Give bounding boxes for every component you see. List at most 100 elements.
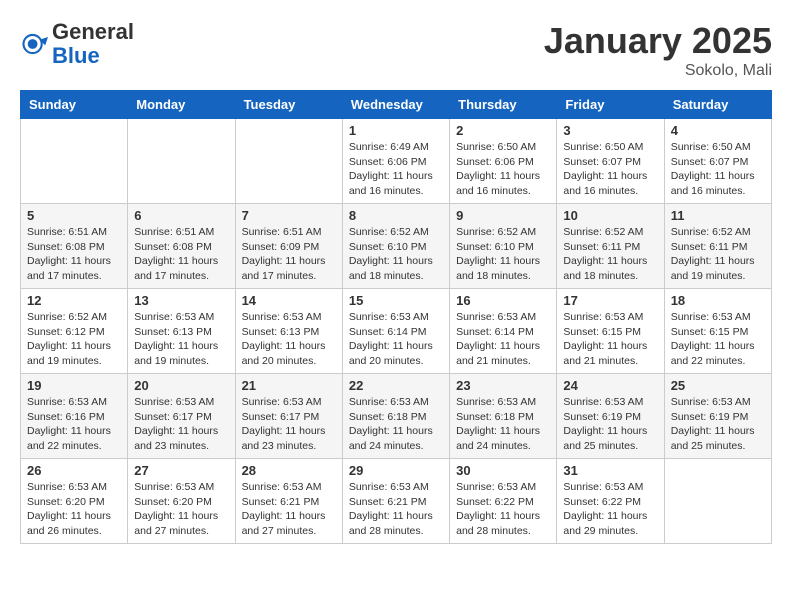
day-info: Sunrise: 6:50 AM Sunset: 6:07 PM Dayligh… [563, 140, 657, 199]
day-number: 29 [349, 463, 443, 478]
calendar-week: 19 Sunrise: 6:53 AM Sunset: 6:16 PM Dayli… [21, 374, 772, 459]
calendar-cell [235, 119, 342, 204]
calendar-cell [21, 119, 128, 204]
day-number: 3 [563, 123, 657, 138]
day-number: 19 [27, 378, 121, 393]
day-info: Sunrise: 6:53 AM Sunset: 6:13 PM Dayligh… [134, 310, 228, 369]
day-info: Sunrise: 6:49 AM Sunset: 6:06 PM Dayligh… [349, 140, 443, 199]
day-info: Sunrise: 6:53 AM Sunset: 6:15 PM Dayligh… [563, 310, 657, 369]
day-number: 11 [671, 208, 765, 223]
calendar-cell: 2 Sunrise: 6:50 AM Sunset: 6:06 PM Daylig… [450, 119, 557, 204]
calendar-cell: 14Sunrise: 6:53 AM Sunset: 6:13 PM Dayli… [235, 289, 342, 374]
calendar-cell: 6 Sunrise: 6:51 AM Sunset: 6:08 PM Daylig… [128, 204, 235, 289]
day-number: 23 [456, 378, 550, 393]
calendar-cell: 15 Sunrise: 6:53 AM Sunset: 6:14 PM Dayli… [342, 289, 449, 374]
calendar-cell: 25 Sunrise: 6:53 AM Sunset: 6:19 PM Dayli… [664, 374, 771, 459]
day-info: Sunrise: 6:53 AM Sunset: 6:21 PM Dayligh… [349, 480, 443, 539]
calendar-cell: 27 Sunrise: 6:53 AM Sunset: 6:20 PM Dayli… [128, 459, 235, 544]
calendar-cell: 29 Sunrise: 6:53 AM Sunset: 6:21 PM Dayli… [342, 459, 449, 544]
weekday-header: Wednesday [342, 91, 449, 119]
page-header: General Blue January 2025 Sokolo, Mali [20, 20, 772, 80]
day-info: Sunrise: 6:52 AM Sunset: 6:10 PM Dayligh… [349, 225, 443, 284]
calendar-cell: 20Sunrise: 6:53 AM Sunset: 6:17 PM Dayli… [128, 374, 235, 459]
calendar-cell: 11Sunrise: 6:52 AM Sunset: 6:11 PM Dayli… [664, 204, 771, 289]
day-info: Sunrise: 6:53 AM Sunset: 6:14 PM Dayligh… [456, 310, 550, 369]
day-info: Sunrise: 6:50 AM Sunset: 6:06 PM Dayligh… [456, 140, 550, 199]
day-info: Sunrise: 6:53 AM Sunset: 6:17 PM Dayligh… [134, 395, 228, 454]
calendar-cell: 12Sunrise: 6:52 AM Sunset: 6:12 PM Dayli… [21, 289, 128, 374]
day-info: Sunrise: 6:52 AM Sunset: 6:11 PM Dayligh… [563, 225, 657, 284]
calendar-table: SundayMondayTuesdayWednesdayThursdayFrid… [20, 90, 772, 544]
day-number: 14 [242, 293, 336, 308]
day-info: Sunrise: 6:51 AM Sunset: 6:09 PM Dayligh… [242, 225, 336, 284]
day-number: 1 [349, 123, 443, 138]
day-info: Sunrise: 6:53 AM Sunset: 6:15 PM Dayligh… [671, 310, 765, 369]
day-info: Sunrise: 6:52 AM Sunset: 6:12 PM Dayligh… [27, 310, 121, 369]
calendar-week: 26 Sunrise: 6:53 AM Sunset: 6:20 PM Dayli… [21, 459, 772, 544]
weekday-header: Monday [128, 91, 235, 119]
calendar-cell: 31 Sunrise: 6:53 AM Sunset: 6:22 PM Dayli… [557, 459, 664, 544]
calendar-cell: 7 Sunrise: 6:51 AM Sunset: 6:09 PM Daylig… [235, 204, 342, 289]
calendar-cell: 23 Sunrise: 6:53 AM Sunset: 6:18 PM Dayli… [450, 374, 557, 459]
day-info: Sunrise: 6:53 AM Sunset: 6:21 PM Dayligh… [242, 480, 336, 539]
day-number: 24 [563, 378, 657, 393]
calendar-cell [664, 459, 771, 544]
day-info: Sunrise: 6:53 AM Sunset: 6:20 PM Dayligh… [27, 480, 121, 539]
day-number: 27 [134, 463, 228, 478]
day-number: 10 [563, 208, 657, 223]
calendar-cell: 17Sunrise: 6:53 AM Sunset: 6:15 PM Dayli… [557, 289, 664, 374]
month-title: January 2025 [544, 20, 772, 62]
day-number: 22 [349, 378, 443, 393]
calendar-cell: 18 Sunrise: 6:53 AM Sunset: 6:15 PM Dayli… [664, 289, 771, 374]
day-number: 7 [242, 208, 336, 223]
day-number: 2 [456, 123, 550, 138]
logo: General Blue [20, 20, 134, 68]
day-number: 6 [134, 208, 228, 223]
day-info: Sunrise: 6:50 AM Sunset: 6:07 PM Dayligh… [671, 140, 765, 199]
day-info: Sunrise: 6:53 AM Sunset: 6:19 PM Dayligh… [563, 395, 657, 454]
weekday-header: Friday [557, 91, 664, 119]
calendar-cell: 3 Sunrise: 6:50 AM Sunset: 6:07 PM Daylig… [557, 119, 664, 204]
logo-icon [20, 30, 48, 58]
day-number: 30 [456, 463, 550, 478]
weekday-header: Sunday [21, 91, 128, 119]
day-number: 15 [349, 293, 443, 308]
day-info: Sunrise: 6:53 AM Sunset: 6:17 PM Dayligh… [242, 395, 336, 454]
day-info: Sunrise: 6:53 AM Sunset: 6:20 PM Dayligh… [134, 480, 228, 539]
calendar-week: 12Sunrise: 6:52 AM Sunset: 6:12 PM Dayli… [21, 289, 772, 374]
day-number: 25 [671, 378, 765, 393]
logo-general-text: General [52, 19, 134, 44]
calendar-week: 5 Sunrise: 6:51 AM Sunset: 6:08 PM Daylig… [21, 204, 772, 289]
calendar-cell: 4 Sunrise: 6:50 AM Sunset: 6:07 PM Daylig… [664, 119, 771, 204]
day-info: Sunrise: 6:53 AM Sunset: 6:18 PM Dayligh… [456, 395, 550, 454]
calendar-cell: 10 Sunrise: 6:52 AM Sunset: 6:11 PM Dayli… [557, 204, 664, 289]
calendar-week: 1 Sunrise: 6:49 AM Sunset: 6:06 PM Daylig… [21, 119, 772, 204]
day-number: 5 [27, 208, 121, 223]
day-info: Sunrise: 6:53 AM Sunset: 6:16 PM Dayligh… [27, 395, 121, 454]
calendar-cell: 9Sunrise: 6:52 AM Sunset: 6:10 PM Daylig… [450, 204, 557, 289]
calendar-cell: 16 Sunrise: 6:53 AM Sunset: 6:14 PM Dayli… [450, 289, 557, 374]
calendar-cell: 22 Sunrise: 6:53 AM Sunset: 6:18 PM Dayli… [342, 374, 449, 459]
day-number: 16 [456, 293, 550, 308]
calendar-cell: 24 Sunrise: 6:53 AM Sunset: 6:19 PM Dayli… [557, 374, 664, 459]
weekday-header: Thursday [450, 91, 557, 119]
day-number: 31 [563, 463, 657, 478]
day-number: 26 [27, 463, 121, 478]
calendar-cell: 13Sunrise: 6:53 AM Sunset: 6:13 PM Dayli… [128, 289, 235, 374]
day-info: Sunrise: 6:51 AM Sunset: 6:08 PM Dayligh… [27, 225, 121, 284]
day-info: Sunrise: 6:53 AM Sunset: 6:19 PM Dayligh… [671, 395, 765, 454]
day-number: 8 [349, 208, 443, 223]
calendar-cell: 30 Sunrise: 6:53 AM Sunset: 6:22 PM Dayli… [450, 459, 557, 544]
day-info: Sunrise: 6:51 AM Sunset: 6:08 PM Dayligh… [134, 225, 228, 284]
day-info: Sunrise: 6:53 AM Sunset: 6:14 PM Dayligh… [349, 310, 443, 369]
day-number: 21 [242, 378, 336, 393]
day-number: 4 [671, 123, 765, 138]
day-info: Sunrise: 6:53 AM Sunset: 6:22 PM Dayligh… [456, 480, 550, 539]
header-row: SundayMondayTuesdayWednesdayThursdayFrid… [21, 91, 772, 119]
day-info: Sunrise: 6:53 AM Sunset: 6:18 PM Dayligh… [349, 395, 443, 454]
day-number: 18 [671, 293, 765, 308]
calendar-cell [128, 119, 235, 204]
day-info: Sunrise: 6:52 AM Sunset: 6:10 PM Dayligh… [456, 225, 550, 284]
calendar-cell: 28Sunrise: 6:53 AM Sunset: 6:21 PM Dayli… [235, 459, 342, 544]
day-info: Sunrise: 6:53 AM Sunset: 6:22 PM Dayligh… [563, 480, 657, 539]
